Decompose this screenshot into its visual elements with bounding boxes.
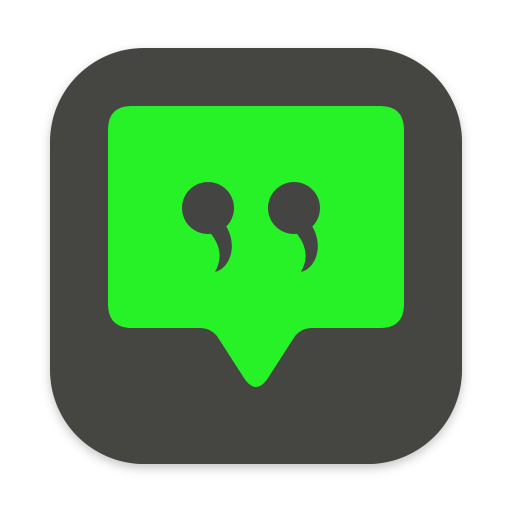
app-icon-canvas — [0, 0, 512, 512]
app-icon — [50, 48, 462, 464]
